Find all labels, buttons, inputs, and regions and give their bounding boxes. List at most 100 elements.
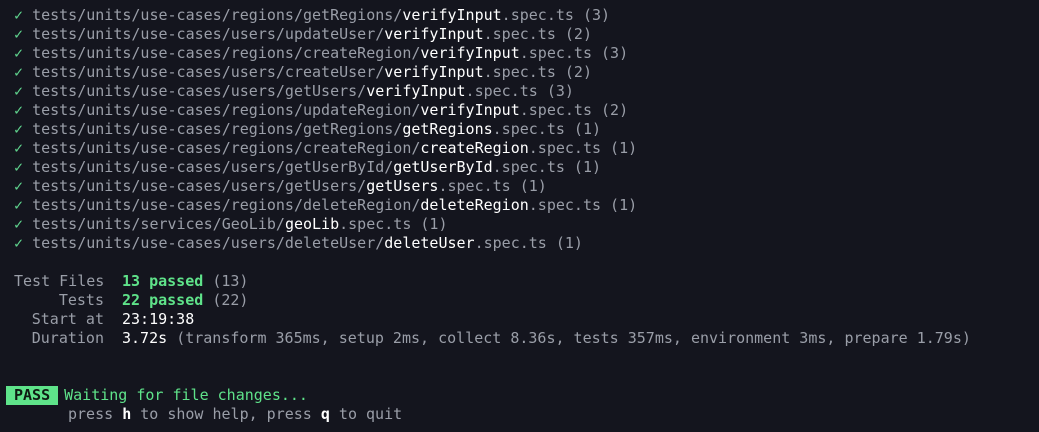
tests-passed: 22 passed: [122, 291, 204, 309]
waiting-message: Waiting for file changes...: [64, 386, 308, 404]
test-result-row: ✓ tests/units/services/GeoLib/geoLib.spe…: [14, 215, 1039, 234]
test-file-ext: .spec.ts: [519, 101, 592, 119]
test-file-dir: tests/units/use-cases/users/createUser/: [32, 63, 385, 81]
test-file-ext: .spec.ts: [339, 215, 412, 233]
summary-duration-row: Duration 3.72s (transform 365ms, setup 2m…: [14, 329, 1039, 348]
test-count: (1): [519, 177, 547, 195]
summary-test-files-row: Test Files 13 passed (13): [14, 272, 1039, 291]
check-icon: ✓: [14, 177, 24, 195]
check-icon: ✓: [14, 234, 24, 252]
test-results-list: ✓ tests/units/use-cases/regions/getRegio…: [14, 6, 1039, 253]
test-result-row: ✓ tests/units/use-cases/users/deleteUser…: [14, 234, 1039, 253]
test-file-name: deleteUser: [384, 234, 475, 252]
check-icon: ✓: [14, 63, 24, 81]
test-file-name: getRegions: [402, 120, 493, 138]
summary-tests-row: Tests 22 passed (22): [14, 291, 1039, 310]
test-result-row: ✓ tests/units/use-cases/users/updateUser…: [14, 25, 1039, 44]
test-files-passed: 13 passed: [122, 272, 204, 290]
test-count: (1): [610, 196, 638, 214]
test-file-dir: tests/units/use-cases/users/getUsers/: [32, 82, 367, 100]
test-count: (2): [564, 25, 592, 43]
test-file-name: verifyInput: [420, 101, 520, 119]
check-icon: ✓: [14, 6, 24, 24]
test-file-ext: .spec.ts: [474, 234, 547, 252]
watch-status: PASS Waiting for file changes... press h …: [6, 386, 402, 424]
test-summary: Test Files 13 passed (13) Tests 22 passed …: [14, 272, 1039, 348]
test-file-name: deleteRegion: [420, 196, 529, 214]
check-icon: ✓: [14, 120, 24, 138]
test-result-row: ✓ tests/units/use-cases/regions/updateRe…: [14, 101, 1039, 120]
test-count: (3): [546, 82, 574, 100]
test-file-name: getUsers: [366, 177, 439, 195]
test-file-name: verifyInput: [420, 44, 520, 62]
check-icon: ✓: [14, 44, 24, 62]
test-result-row: ✓ tests/units/use-cases/regions/getRegio…: [14, 120, 1039, 139]
test-result-row: ✓ tests/units/use-cases/users/createUser…: [14, 63, 1039, 82]
test-count: (1): [610, 139, 638, 157]
test-result-row: ✓ tests/units/use-cases/regions/createRe…: [14, 139, 1039, 158]
test-count: (3): [582, 6, 611, 24]
tests-label: Tests: [58, 291, 104, 309]
test-count: (1): [420, 215, 448, 233]
summary-start-row: Start at 23:19:38: [14, 310, 1039, 329]
test-count: (3): [601, 44, 629, 62]
test-file-name: getUserById: [393, 158, 493, 176]
help-key[interactable]: h: [122, 405, 131, 423]
test-file-dir: tests/units/use-cases/regions/getRegions…: [32, 6, 403, 24]
check-icon: ✓: [14, 101, 24, 119]
check-icon: ✓: [14, 196, 24, 214]
test-file-name: geoLib: [284, 215, 340, 233]
duration-label: Duration: [31, 329, 104, 347]
test-file-dir: tests/units/use-cases/regions/createRegi…: [32, 139, 421, 157]
check-icon: ✓: [14, 139, 24, 157]
test-file-dir: tests/units/services/GeoLib/: [32, 215, 285, 233]
test-count: (2): [601, 101, 629, 119]
test-file-ext: .spec.ts: [528, 139, 602, 157]
pass-row: PASS Waiting for file changes...: [6, 386, 402, 405]
check-icon: ✓: [14, 25, 24, 43]
test-file-ext: .spec.ts: [483, 25, 556, 43]
test-result-row: ✓ tests/units/use-cases/regions/deleteRe…: [14, 196, 1039, 215]
duration-detail: (transform 365ms, setup 2ms, collect 8.3…: [176, 329, 971, 347]
test-file-dir: tests/units/use-cases/regions/deleteRegi…: [32, 196, 421, 214]
test-file-ext: .spec.ts: [483, 63, 556, 81]
help-hint: press h to show help, press q to quit: [68, 405, 402, 424]
test-file-dir: tests/units/use-cases/users/getUserById/: [32, 158, 394, 176]
test-count: (1): [555, 234, 583, 252]
check-icon: ✓: [14, 215, 24, 233]
terminal-window[interactable]: ✓ tests/units/use-cases/regions/getRegio…: [0, 0, 1039, 432]
test-count: (1): [573, 120, 602, 138]
test-file-ext: .spec.ts: [465, 82, 538, 100]
test-file-name: createRegion: [420, 139, 529, 157]
test-file-dir: tests/units/use-cases/users/updateUser/: [32, 25, 385, 43]
pass-badge: PASS: [6, 386, 59, 405]
test-files-total: (13): [212, 272, 249, 290]
test-file-dir: tests/units/use-cases/regions/createRegi…: [32, 44, 421, 62]
test-file-ext: .spec.ts: [519, 44, 592, 62]
duration-value: 3.72s: [122, 329, 168, 347]
test-file-dir: tests/units/use-cases/regions/getRegions…: [32, 120, 403, 138]
check-icon: ✓: [14, 158, 24, 176]
test-result-row: ✓ tests/units/use-cases/users/getUsers/v…: [14, 82, 1039, 101]
tests-total: (22): [212, 291, 249, 309]
test-files-label: Test Files: [14, 272, 105, 290]
test-file-ext: .spec.ts: [501, 6, 574, 24]
test-file-name: verifyInput: [402, 6, 502, 24]
test-file-name: verifyInput: [366, 82, 466, 100]
help-suffix: to quit: [329, 405, 403, 423]
start-label: Start at: [31, 310, 104, 328]
check-icon: ✓: [14, 82, 24, 100]
help-mid: to show help, press: [131, 405, 321, 423]
test-count: (2): [564, 63, 592, 81]
test-result-row: ✓ tests/units/use-cases/regions/getRegio…: [14, 6, 1039, 25]
start-value: 23:19:38: [122, 310, 195, 328]
quit-key[interactable]: q: [321, 405, 330, 423]
test-file-ext: .spec.ts: [492, 158, 565, 176]
test-file-dir: tests/units/use-cases/users/getUsers/: [32, 177, 367, 195]
test-file-name: verifyInput: [384, 25, 484, 43]
test-file-name: verifyInput: [384, 63, 484, 81]
test-file-ext: .spec.ts: [492, 120, 565, 138]
test-file-dir: tests/units/use-cases/users/deleteUser/: [32, 234, 385, 252]
test-file-dir: tests/units/use-cases/regions/updateRegi…: [32, 101, 421, 119]
test-result-row: ✓ tests/units/use-cases/regions/createRe…: [14, 44, 1039, 63]
